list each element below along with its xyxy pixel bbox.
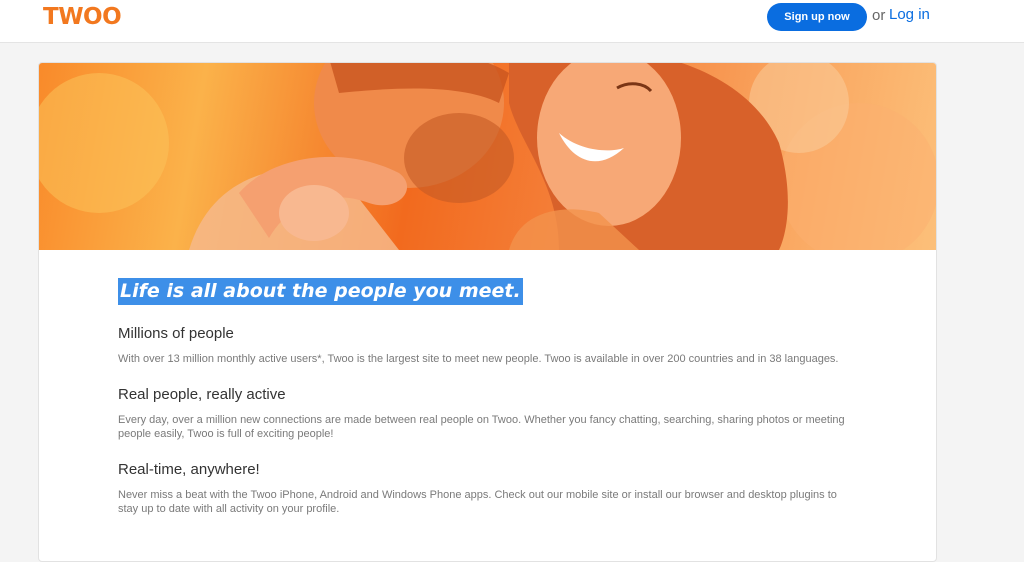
sign-up-button[interactable]: Sign up now [767,3,867,31]
main-card: Life is all about the people you meet. M… [38,62,937,562]
section-title: Millions of people [118,325,234,342]
couple-photo-illustration [39,63,936,250]
section-millions: Millions of people With over 13 million … [118,325,858,366]
section-title: Real-time, anywhere! [118,461,260,478]
hero-image [39,63,936,250]
section-text: Every day, over a million new connection… [118,414,845,440]
section-real-time: Real-time, anywhere! Never miss a beat w… [118,461,858,516]
section-title: Real people, really active [118,386,286,403]
or-text: or [872,7,886,24]
top-navigation-bar: TWOO Sign up now or Log in [0,0,1024,43]
section-text: Never miss a beat with the Twoo iPhone, … [118,489,837,515]
headline: Life is all about the people you meet. [118,278,523,305]
content-area: Life is all about the people you meet. M… [118,278,858,516]
section-text: With over 13 million monthly active user… [118,353,839,365]
section-real-people: Real people, really active Every day, ov… [118,386,858,441]
twoo-logo[interactable]: TWOO [43,4,122,30]
log-in-link[interactable]: Log in [889,6,930,23]
